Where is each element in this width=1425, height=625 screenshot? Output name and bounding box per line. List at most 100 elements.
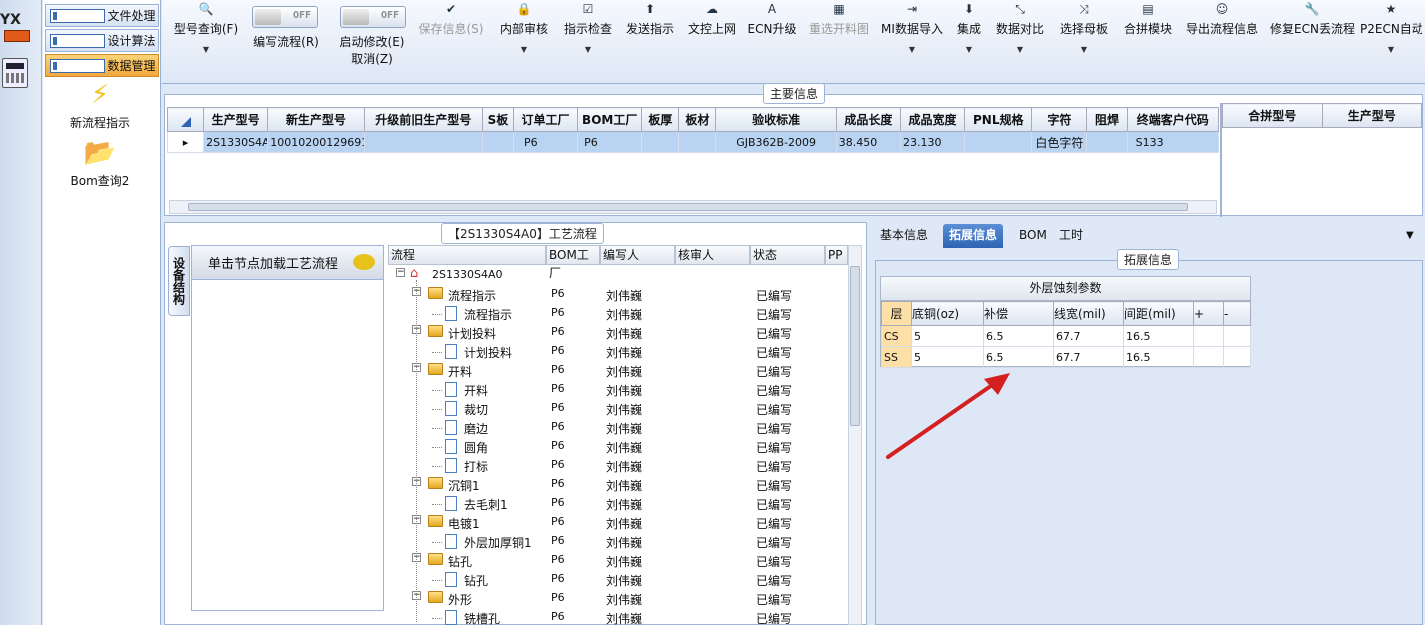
table-row[interactable]: ▸ 2S1330S4A0 10010200129691 P6 P6 GJB362…	[166, 131, 1220, 153]
column-header[interactable]: 终端客户代码	[1126, 107, 1220, 132]
export-flow-button[interactable]: ☺ 导出流程信息	[1182, 2, 1262, 37]
model-query-button[interactable]: 🔍 型号查询(F) ▼	[170, 2, 242, 54]
side-tab-equipment[interactable]: 设备结构	[168, 246, 190, 316]
data-compare-button[interactable]: ⤡ 数据对比 ▼	[992, 2, 1048, 54]
vertical-scrollbar[interactable]	[848, 245, 862, 625]
bom-query-launcher[interactable]: 📂 Bom查询2	[43, 138, 157, 189]
column-header[interactable]: 补偿	[983, 301, 1054, 326]
instruction-check-button[interactable]: ☑ 指示检查 ▼	[560, 2, 616, 54]
tree-row[interactable]: − 开料 P6 刘伟巍 已编写	[388, 361, 848, 380]
tree-row[interactable]: − 外形 P6 刘伟巍 已编写	[388, 589, 848, 608]
column-header[interactable]: 板厚	[641, 107, 680, 132]
add-column-button[interactable]: +	[1193, 301, 1224, 326]
ecn-upgrade-button[interactable]: A ECN升级	[746, 2, 798, 37]
send-instruction-button[interactable]: ⬆ 发送指示	[622, 2, 678, 37]
table-cell[interactable]: 2S1330S4A0	[203, 131, 269, 153]
table-cell[interactable]: 5	[911, 325, 984, 347]
column-header[interactable]: 新生产型号	[267, 107, 365, 132]
edit-flow-toggle[interactable]: OFF	[252, 6, 318, 28]
column-header[interactable]: BOM工厂	[577, 107, 643, 132]
internal-review-button[interactable]: 🔒 内部审核 ▼	[496, 2, 552, 54]
tab-basic-info[interactable]: 基本信息	[874, 224, 934, 248]
tree-row[interactable]: − 钻孔 P6 刘伟巍 已编写	[388, 551, 848, 570]
table-cell[interactable]: P6	[512, 131, 579, 153]
table-cell[interactable]	[641, 131, 680, 153]
tree-row[interactable]: 铣槽孔 P6 刘伟巍 已编写	[388, 608, 848, 625]
table-cell[interactable]	[481, 131, 514, 153]
column-header[interactable]: 底铜(oz)	[911, 301, 984, 326]
tree-row[interactable]: 计划投料 P6 刘伟巍 已编写	[388, 342, 848, 361]
table-cell[interactable]: 白色字符	[1031, 131, 1088, 153]
tab-work-hours[interactable]: 工时	[1053, 224, 1089, 248]
tree-row[interactable]: 圆角 P6 刘伟巍 已编写	[388, 437, 848, 456]
column-header[interactable]: PNL规格	[964, 107, 1033, 132]
column-header[interactable]: 订单工厂	[512, 107, 579, 132]
tree-row[interactable]: 流程指示 P6 刘伟巍 已编写	[388, 304, 848, 323]
table-cell[interactable]	[678, 131, 717, 153]
table-cell[interactable]	[1223, 325, 1251, 347]
column-header[interactable]: 合拼型号	[1222, 103, 1323, 128]
merge-module-button[interactable]: ▤ 合拼模块	[1120, 2, 1176, 37]
app-logo-icon[interactable]: YX	[0, 6, 40, 46]
column-header[interactable]: BOM工厂	[546, 245, 600, 280]
column-header[interactable]: 字符	[1031, 107, 1088, 132]
tab-menu-arrow-icon[interactable]: ▼	[1406, 230, 1414, 241]
table-cell[interactable]: 10010200129691	[267, 131, 365, 153]
tree-row[interactable]: 去毛刺1 P6 刘伟巍 已编写	[388, 494, 848, 513]
calculator-icon[interactable]	[2, 58, 28, 88]
table-cell[interactable]	[1223, 346, 1251, 368]
tree-row[interactable]: − 流程指示 P6 刘伟巍 已编写	[388, 285, 848, 304]
horizontal-scrollbar[interactable]	[169, 200, 1217, 214]
column-header[interactable]: 升级前旧生产型号	[363, 107, 483, 132]
tree-row[interactable]: 外层加厚铜1 P6 刘伟巍 已编写	[388, 532, 848, 551]
remove-column-button[interactable]: -	[1223, 301, 1251, 326]
tree-row[interactable]: 钻孔 P6 刘伟巍 已编写	[388, 570, 848, 589]
save-info-button[interactable]: ✔ 保存信息(S)	[416, 2, 486, 37]
integrate-button[interactable]: ⬇ 集成 ▼	[952, 2, 986, 54]
nav-item-data[interactable]: 数据管理	[45, 54, 159, 77]
table-cell[interactable]	[1086, 131, 1128, 153]
table-cell[interactable]: 67.7	[1053, 325, 1124, 347]
repair-ecn-button[interactable]: 🔧 修复ECN丢流程	[1270, 2, 1355, 37]
tree-root-node[interactable]: − ⌂ 2S1330S4A0	[388, 266, 848, 285]
column-header[interactable]: 层	[881, 301, 912, 326]
column-header[interactable]: 成品长度	[835, 107, 901, 132]
table-cell[interactable]: 16.5	[1123, 325, 1194, 347]
tree-row[interactable]: 打标 P6 刘伟巍 已编写	[388, 456, 848, 475]
column-header[interactable]: 线宽(mil)	[1053, 301, 1124, 326]
column-header[interactable]: 验收标准	[715, 107, 837, 132]
tab-extended-info[interactable]: 拓展信息	[943, 224, 1004, 248]
table-cell[interactable]: 16.5	[1123, 346, 1194, 368]
table-cell[interactable]: 6.5	[983, 325, 1054, 347]
tree-row[interactable]: 磨边 P6 刘伟巍 已编写	[388, 418, 848, 437]
column-header[interactable]: 核审人	[675, 245, 750, 265]
column-header[interactable]: 生产型号	[1321, 103, 1422, 128]
table-cell[interactable]: S133	[1126, 131, 1220, 153]
nav-item-file[interactable]: 文件处理	[45, 4, 159, 27]
doc-publish-button[interactable]: ☁ 文控上网	[684, 2, 740, 37]
table-cell[interactable]: 38.450	[835, 131, 901, 153]
column-header[interactable]: 状态	[750, 245, 825, 265]
tree-row[interactable]: − 沉铜1 P6 刘伟巍 已编写	[388, 475, 848, 494]
table-cell[interactable]	[1193, 325, 1224, 347]
tree-row[interactable]: − 电镀1 P6 刘伟巍 已编写	[388, 513, 848, 532]
column-header[interactable]: 成品宽度	[899, 107, 966, 132]
column-header[interactable]: 间距(mil)	[1123, 301, 1194, 326]
tree-row[interactable]: 裁切 P6 刘伟巍 已编写	[388, 399, 848, 418]
reselect-cut-chart-button[interactable]: ▦ 重选开料图	[806, 2, 872, 37]
column-header[interactable]: 生产型号	[203, 107, 269, 132]
p2ecn-auto-button[interactable]: ★ P2ECN自动 ▼	[1360, 2, 1422, 54]
table-cell[interactable]: CS	[881, 325, 912, 347]
select-master-board-button[interactable]: ⤨ 选择母板 ▼	[1056, 2, 1112, 54]
tree-row[interactable]: 开料 P6 刘伟巍 已编写	[388, 380, 848, 399]
nav-item-algorithm[interactable]: 设计算法	[45, 29, 159, 52]
collapse-icon[interactable]: −	[396, 268, 405, 277]
tree-row[interactable]: − 计划投料 P6 刘伟巍 已编写	[388, 323, 848, 342]
load-hint-header[interactable]: 单击节点加载工艺流程	[192, 246, 383, 280]
start-modify-toggle[interactable]: OFF	[340, 6, 406, 28]
new-flow-launcher[interactable]: ⚡ 新流程指示	[43, 80, 157, 131]
table-cell[interactable]: GJB362B-2009	[715, 131, 837, 153]
column-header[interactable]: 阻焊	[1086, 107, 1128, 132]
column-header[interactable]: 流程	[388, 245, 546, 265]
table-cell[interactable]	[964, 131, 1033, 153]
